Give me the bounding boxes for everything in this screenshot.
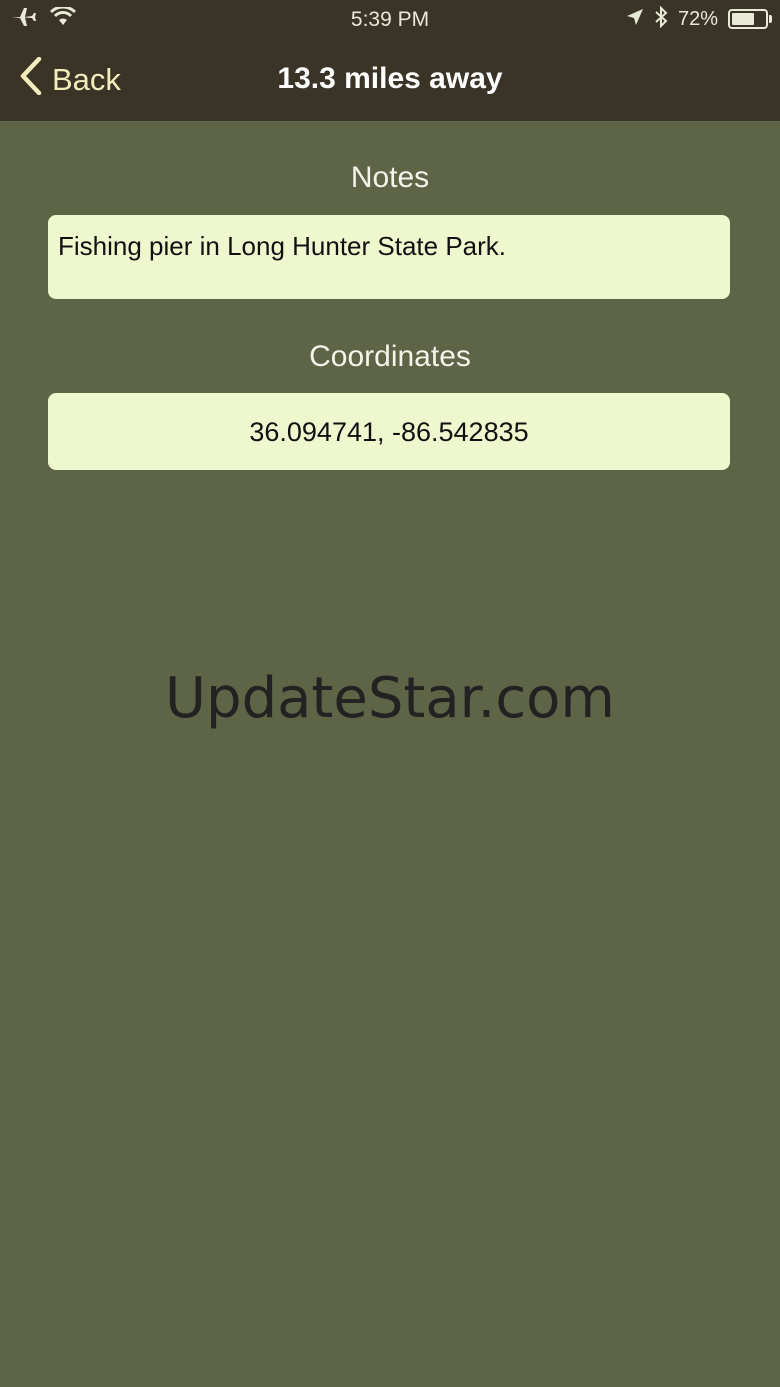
battery-tip — [769, 15, 772, 23]
battery-level-fill — [732, 13, 754, 25]
location-arrow-icon — [626, 8, 644, 31]
notes-field[interactable]: Fishing pier in Long Hunter State Park. — [48, 215, 730, 299]
notes-label: Notes — [350, 161, 430, 194]
navigation-bar: Back 13.3 miles away — [0, 40, 780, 121]
battery-icon — [728, 9, 772, 29]
top-bar: 5:39 PM 72% Back 13.3 miles away — [0, 0, 780, 121]
bluetooth-icon — [654, 5, 668, 33]
status-right-icons: 72% — [626, 5, 772, 33]
coordinates-field[interactable]: 36.094741, -86.542835 — [48, 393, 730, 470]
status-bar: 5:39 PM 72% — [0, 0, 780, 40]
coordinates-label: Coordinates — [309, 340, 471, 373]
page-title: 13.3 miles away — [277, 62, 503, 95]
watermark: UpdateStar.com — [165, 666, 615, 731]
battery-percent: 72% — [677, 7, 718, 30]
